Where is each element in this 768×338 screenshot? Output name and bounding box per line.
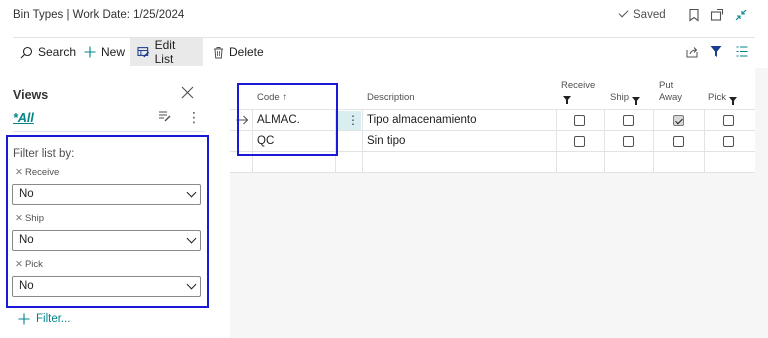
- put-away-checkbox[interactable]: [673, 136, 684, 147]
- filter-icon: [631, 97, 640, 105]
- code-column-highlight-box: [237, 83, 338, 156]
- ship-checkbox[interactable]: [623, 115, 634, 126]
- remove-filter-icon[interactable]: ✕: [15, 213, 23, 224]
- search-label: Search: [38, 45, 77, 59]
- remove-filter-icon[interactable]: ✕: [15, 259, 23, 270]
- filter-receive-select[interactable]: No: [12, 184, 201, 205]
- column-header-pick[interactable]: Pick: [708, 92, 737, 105]
- column-header-put-away[interactable]: Put Away: [659, 80, 682, 104]
- edit-list-button[interactable]: Edit List: [130, 38, 203, 66]
- filter-ship-select[interactable]: No: [12, 230, 201, 251]
- filter-icon: [563, 96, 571, 104]
- search-icon: [20, 46, 33, 58]
- plus-icon: [18, 313, 30, 325]
- saved-label: Saved: [633, 9, 666, 21]
- filter-pick-label: ✕ Pick: [15, 259, 43, 270]
- more-icon: ⋮: [347, 113, 359, 127]
- open-new-window-icon[interactable]: [710, 8, 724, 22]
- put-away-checkbox[interactable]: [673, 115, 684, 126]
- filter-icon: [728, 97, 737, 105]
- pick-checkbox[interactable]: [723, 136, 734, 147]
- receive-checkbox[interactable]: [574, 136, 585, 147]
- chevron-down-icon: [186, 279, 197, 290]
- remove-filter-icon[interactable]: ✕: [15, 167, 23, 178]
- filter-heading: Filter list by:: [13, 148, 75, 160]
- delete-label: Delete: [229, 45, 264, 59]
- view-all-link[interactable]: *All: [13, 111, 34, 125]
- column-divider: [704, 109, 705, 172]
- filter-icon[interactable]: [710, 45, 722, 58]
- list-view-icon[interactable]: [736, 46, 748, 57]
- column-divider: [362, 109, 363, 172]
- table-cell-description[interactable]: Sin tipo: [367, 135, 405, 147]
- filter-ship-label: ✕ Ship: [15, 213, 44, 224]
- new-label: New: [101, 45, 126, 59]
- edit-list-label: Edit List: [154, 38, 176, 66]
- trash-icon: [214, 46, 223, 58]
- filter-pick-select[interactable]: No: [12, 276, 201, 297]
- saved-status: Saved: [618, 7, 666, 21]
- column-header-ship[interactable]: Ship: [610, 92, 640, 105]
- page-title: Bin Types | Work Date: 1/25/2024: [13, 9, 185, 21]
- chevron-down-icon: [186, 187, 197, 198]
- views-title: Views: [13, 88, 49, 102]
- edit-list-icon: [137, 47, 150, 58]
- column-header-receive[interactable]: Receive: [561, 80, 595, 104]
- more-icon[interactable]: ⋮: [187, 110, 201, 124]
- close-icon[interactable]: [181, 86, 194, 99]
- column-divider: [653, 109, 654, 172]
- share-icon[interactable]: [686, 46, 699, 58]
- views-divider: [13, 131, 205, 132]
- pick-checkbox[interactable]: [723, 115, 734, 126]
- row-actions-button[interactable]: ⋮: [336, 111, 361, 130]
- plus-icon: [84, 46, 96, 58]
- title-bar: Bin Types | Work Date: 1/25/2024 Saved: [0, 0, 768, 32]
- check-icon: [618, 7, 629, 18]
- row-divider: [230, 172, 755, 173]
- collapse-icon[interactable]: [734, 8, 748, 22]
- delete-button[interactable]: Delete: [206, 38, 271, 66]
- action-bar: Search New Edit List Delete: [0, 38, 768, 68]
- edit-view-icon[interactable]: [158, 110, 171, 122]
- bookmark-icon[interactable]: [688, 8, 700, 22]
- search-button[interactable]: Search: [13, 38, 83, 66]
- column-divider: [556, 109, 557, 172]
- add-filter-link[interactable]: Filter...: [18, 313, 71, 325]
- column-divider: [604, 109, 605, 172]
- new-button[interactable]: New: [77, 38, 132, 66]
- filter-receive-label: ✕ Receive: [15, 167, 60, 178]
- chevron-down-icon: [186, 233, 197, 244]
- column-header-description[interactable]: Description: [367, 92, 415, 103]
- table-cell-description[interactable]: Tipo almacenamiento: [367, 114, 477, 126]
- ship-checkbox[interactable]: [623, 136, 634, 147]
- receive-checkbox[interactable]: [574, 115, 585, 126]
- add-filter-label: Filter...: [36, 313, 71, 325]
